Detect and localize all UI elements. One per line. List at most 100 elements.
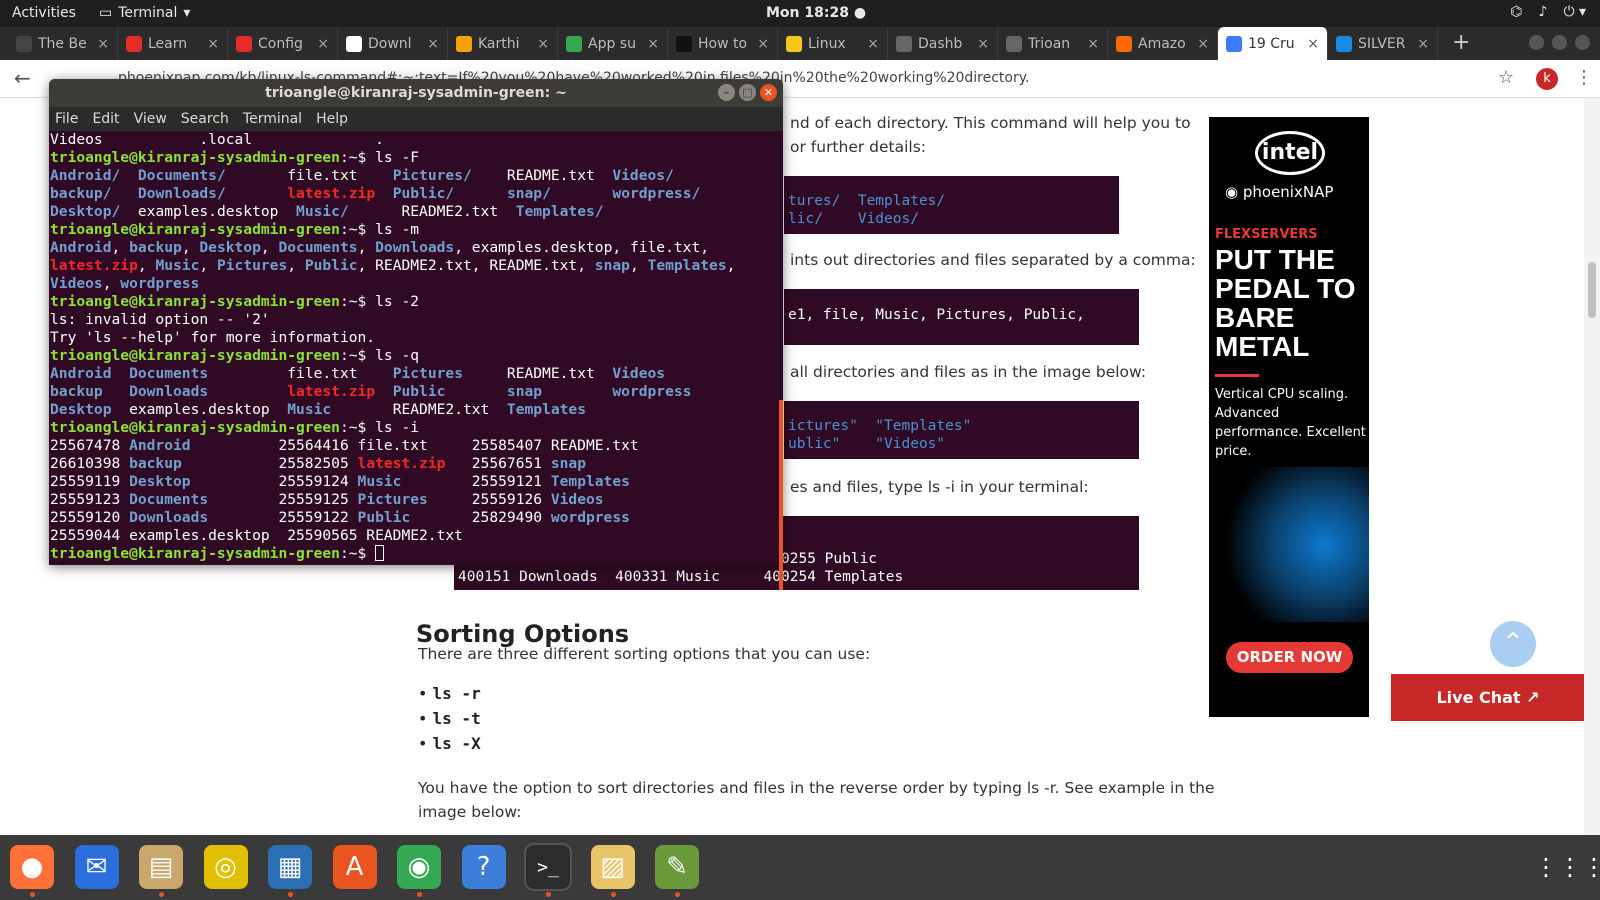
terminal-line: trioangle@kiranraj-sysadmin-green:~$ ls …	[50, 221, 420, 238]
app-name: Terminal	[118, 5, 178, 21]
new-tab-button[interactable]: +	[1452, 27, 1470, 60]
close-icon[interactable]: ×	[647, 36, 659, 52]
help-icon[interactable]: ?	[461, 845, 506, 889]
browser-tab[interactable]: Learn ×	[118, 27, 228, 60]
code-screenshot: tures/ Templates/ lic/ Videos/	[784, 176, 1119, 234]
menu-help[interactable]: Help	[316, 107, 348, 131]
firefox-icon[interactable]: ●	[10, 845, 54, 897]
writer-icon[interactable]: ▦	[268, 845, 312, 897]
close-icon[interactable]: ×	[537, 36, 549, 52]
browser-tab[interactable]: 19 Cru ×	[1218, 27, 1328, 60]
profile-avatar[interactable]: k	[1536, 68, 1558, 90]
minimize-icon[interactable]: –	[718, 84, 735, 101]
close-icon[interactable]: ×	[1197, 36, 1209, 52]
tab-label: App su	[588, 35, 636, 52]
rhythmbox-icon[interactable]: ◎	[203, 845, 248, 889]
minimize-icon[interactable]	[1529, 35, 1544, 50]
page-scrollbar[interactable]	[1584, 98, 1600, 835]
browser-tab[interactable]: SILVER ×	[1328, 27, 1438, 60]
browser-tab[interactable]: Linux ×	[778, 27, 888, 60]
activities-button[interactable]: Activities	[12, 5, 76, 21]
close-icon[interactable]: ×	[867, 36, 879, 52]
terminal-window[interactable]: trioangle@kiranraj-sysadmin-green: ~ – □ ✕…	[49, 79, 783, 565]
files-icon[interactable]: ▤	[139, 845, 183, 897]
favicon-icon	[1006, 35, 1022, 52]
article-text: all directories and files as in the imag…	[790, 363, 1147, 381]
show-applications-icon[interactable]: ⋮⋮⋮	[1534, 845, 1600, 889]
dock: ● ✉ ▤ ◎ ▦ A ◉? >_ ▨ ✎ ⋮⋮⋮	[0, 835, 1600, 900]
article-text: nd of each directory. This command will …	[790, 114, 1191, 132]
close-icon[interactable]: ×	[207, 36, 219, 52]
bookmark-star-icon[interactable]: ☆	[1498, 67, 1514, 88]
favicon-icon	[566, 35, 582, 52]
favicon-icon	[786, 35, 802, 52]
menu-terminal[interactable]: Terminal	[243, 107, 302, 131]
terminal-titlebar[interactable]: trioangle@kiranraj-sysadmin-green: ~ – □ ✕	[49, 79, 783, 107]
close-icon[interactable]: ×	[427, 36, 439, 52]
maximize-icon[interactable]	[1552, 35, 1567, 50]
menu-edit[interactable]: Edit	[92, 107, 119, 131]
favicon-icon	[896, 35, 912, 52]
browser-tab[interactable]: Karthi ×	[448, 27, 558, 60]
browser-tab[interactable]: Trioan ×	[998, 27, 1108, 60]
terminal-line: 26610398 backup 25582505 latest.zip 2556…	[50, 455, 586, 472]
app-menu[interactable]: ▭ Terminal ▾	[99, 5, 190, 21]
close-icon[interactable]: ✕	[760, 84, 777, 101]
menu-search[interactable]: Search	[181, 107, 229, 131]
running-indicator	[30, 892, 35, 897]
chrome-icon[interactable]: ◉	[397, 845, 441, 897]
divider	[1215, 374, 1259, 377]
power-icon: ⏻ ▾	[1563, 4, 1586, 20]
browser-tab[interactable]: Config ×	[228, 27, 338, 60]
clock[interactable]: Mon 18:28 ●	[766, 5, 866, 21]
terminal-line: 25567478 Android 25564416 file.txt 25585…	[50, 437, 639, 454]
favicon-icon	[236, 35, 252, 52]
browser-tab[interactable]: App su ×	[558, 27, 668, 60]
browser-tab[interactable]: The Be ×	[8, 27, 118, 60]
system-tray[interactable]: ⌬ ♪ ⏻ ▾	[1510, 4, 1586, 20]
back-arrow-icon[interactable]: ←	[14, 66, 31, 90]
close-icon[interactable]: ×	[977, 36, 989, 52]
close-icon[interactable]: ×	[757, 36, 769, 52]
close-icon[interactable]: ×	[97, 36, 109, 52]
close-icon[interactable]: ×	[1307, 36, 1319, 52]
scroll-to-top-button[interactable]: ⌃	[1490, 621, 1536, 667]
order-now-button[interactable]: ORDER NOW	[1226, 642, 1353, 673]
terminal-menubar: File Edit View Search Terminal Help	[49, 107, 783, 131]
image-viewer-icon[interactable]: ▨	[590, 845, 635, 897]
thunderbird-icon[interactable]: ✉	[74, 845, 119, 889]
ad-tag: FLEXSERVERS	[1215, 227, 1318, 242]
tab-label: SILVER	[1358, 35, 1406, 52]
advertisement[interactable]: intel ◉ phoenixNAP FLEXSERVERS PUT THE P…	[1209, 117, 1369, 717]
scrollbar-thumb[interactable]	[1588, 262, 1596, 318]
browser-tab[interactable]: How to ×	[668, 27, 778, 60]
menu-file[interactable]: File	[55, 107, 78, 131]
close-icon[interactable]	[1575, 35, 1590, 50]
software-icon[interactable]: A	[332, 845, 377, 889]
running-indicator	[417, 892, 422, 897]
terminal-line: trioangle@kiranraj-sysadmin-green:~$ ls …	[50, 293, 420, 310]
close-icon[interactable]: ×	[1087, 36, 1099, 52]
favicon-icon	[1226, 35, 1242, 52]
running-indicator	[675, 892, 680, 897]
close-icon[interactable]: ×	[1417, 36, 1429, 52]
browser-tab[interactable]: Dashb ×	[888, 27, 998, 60]
maximize-icon[interactable]: □	[739, 84, 756, 101]
window-controls[interactable]	[1529, 35, 1590, 50]
intel-logo: intel	[1255, 131, 1325, 175]
browser-menu-icon[interactable]: ⋮	[1575, 67, 1593, 88]
tab-label: 19 Cru	[1248, 35, 1295, 52]
terminal-line: Videos .local .	[50, 131, 384, 148]
terminal-icon[interactable]: >_	[524, 843, 572, 897]
live-chat-button[interactable]: Live Chat ↗	[1391, 674, 1585, 721]
terminal-output[interactable]: Videos .local . trioangle@kiranraj-sysadm…	[49, 131, 783, 565]
window-title: trioangle@kiranraj-sysadmin-green: ~	[265, 85, 567, 101]
terminal-scrollbar[interactable]	[779, 400, 783, 590]
terminal-line: Android/ Documents/ file.txt Pictures/ R…	[50, 167, 674, 184]
browser-tab[interactable]: Downl ×	[338, 27, 448, 60]
screenshot-icon[interactable]: ✎	[655, 845, 699, 897]
menu-view[interactable]: View	[134, 107, 167, 131]
favicon-icon	[456, 35, 472, 52]
close-icon[interactable]: ×	[317, 36, 329, 52]
browser-tab[interactable]: Amazo ×	[1108, 27, 1218, 60]
